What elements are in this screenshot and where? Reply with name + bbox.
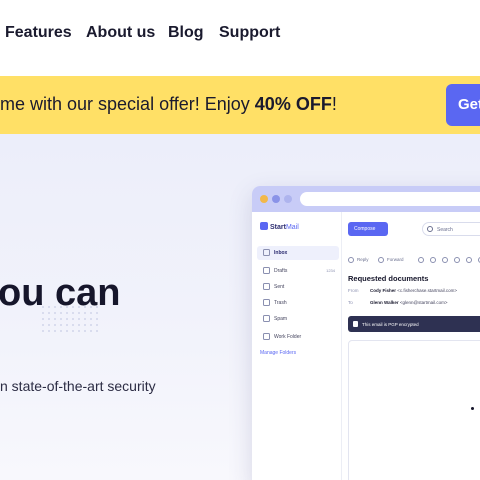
nav-link-support[interactable]: Support xyxy=(219,24,280,42)
pgp-notice: This email is PGP encrypted xyxy=(348,316,480,332)
from-label: From xyxy=(348,288,359,293)
window-dot-icon xyxy=(260,195,268,203)
sidebar-item-label: Sent xyxy=(274,284,285,290)
landing-page: Features About us Blog Support me with o… xyxy=(0,0,480,480)
hero-subtitle: n state-of-the-art security xyxy=(0,378,156,394)
spam-icon xyxy=(263,315,270,322)
forward-icon[interactable] xyxy=(378,257,384,263)
sidebar-item-sent[interactable]: Sent xyxy=(257,280,339,294)
sidebar-item-count: 1234 xyxy=(326,268,335,273)
promo-banner: me with our special offer! Enjoy 40% OFF… xyxy=(0,76,480,134)
sidebar-item-label: Drafts xyxy=(274,268,288,274)
send-icon xyxy=(263,283,270,290)
window-titlebar xyxy=(252,186,480,212)
reply-button[interactable]: Reply xyxy=(357,257,369,262)
promo-text-end: ! xyxy=(331,94,337,114)
sidebar-item-work-folder[interactable]: Work Folder xyxy=(257,330,339,344)
to-label: To xyxy=(348,300,353,305)
nav-link-about[interactable]: About us xyxy=(86,24,155,42)
address-bar xyxy=(300,192,480,206)
to-name: Glenn Walker xyxy=(370,300,399,305)
mail-sidebar: StartMail Inbox Drafts 1234 Sent Trash S… xyxy=(252,212,342,480)
window-dot-icon xyxy=(284,195,292,203)
search-icon xyxy=(427,226,433,232)
pgp-notice-text: This email is PGP encrypted xyxy=(362,322,419,327)
compose-button[interactable]: Compose xyxy=(348,222,388,236)
archive-icon[interactable] xyxy=(418,257,424,263)
startmail-logo-icon xyxy=(260,222,268,230)
to-address: <glenn@startmail.com> xyxy=(399,300,448,305)
app-preview-window: StartMail Inbox Drafts 1234 Sent Trash S… xyxy=(252,186,480,480)
promo-discount: 40% OFF xyxy=(254,94,332,114)
promo-text: me with our special offer! Enjoy 40% OFF… xyxy=(0,94,337,115)
folder-move-icon[interactable] xyxy=(466,257,472,263)
sidebar-item-inbox[interactable]: Inbox xyxy=(257,246,339,260)
email-from: From Cody Fisher <c.fisherchase.startmail… xyxy=(348,288,457,293)
email-body xyxy=(348,340,480,480)
promo-text-start: me with our special offer! Enjoy xyxy=(0,94,255,114)
email-subject: Requested documents xyxy=(348,274,429,283)
sidebar-item-label: Inbox xyxy=(274,250,288,256)
logo-mail-text: Mail xyxy=(285,224,299,231)
from-name: Cody Fisher xyxy=(370,288,397,293)
email-to: To Glenn Walker <glenn@startmail.com> xyxy=(348,300,447,305)
search-placeholder: Search xyxy=(437,227,453,233)
mail-main: Compose Search Reply Forward Requested d… xyxy=(342,212,480,480)
top-nav: Features About us Blog Support xyxy=(0,0,480,76)
startmail-logo: StartMail xyxy=(260,222,299,231)
forward-button[interactable]: Forward xyxy=(387,257,404,262)
clock-icon[interactable] xyxy=(442,257,448,263)
lock-icon xyxy=(353,321,358,327)
message-toolbar: Reply Forward xyxy=(348,256,480,266)
info-icon[interactable] xyxy=(430,257,436,263)
get-offer-button[interactable]: Get xyxy=(446,84,480,126)
nav-link-features[interactable]: Features xyxy=(5,24,72,42)
sidebar-item-trash[interactable]: Trash xyxy=(257,296,339,310)
from-address: <c.fisherchase.startmail.com> xyxy=(397,288,458,293)
folder-icon xyxy=(263,333,270,340)
manage-folders-link[interactable]: Manage Folders xyxy=(260,350,296,356)
drafts-icon xyxy=(263,267,270,274)
sidebar-item-label: Work Folder xyxy=(274,334,302,340)
sidebar-item-label: Spam xyxy=(274,316,288,322)
window-dot-icon xyxy=(272,195,280,203)
search-input[interactable]: Search xyxy=(422,222,480,236)
reply-icon[interactable] xyxy=(348,257,354,263)
trash-icon xyxy=(263,299,270,306)
logo-start-text: Start xyxy=(270,224,286,231)
sidebar-item-label: Trash xyxy=(274,300,287,306)
sidebar-item-spam[interactable]: Spam xyxy=(257,312,339,326)
inbox-icon xyxy=(263,249,270,256)
sidebar-item-drafts[interactable]: Drafts 1234 xyxy=(257,264,339,278)
flag-icon[interactable] xyxy=(454,257,460,263)
hero-title: ou can xyxy=(0,272,121,314)
nav-link-blog[interactable]: Blog xyxy=(168,24,204,42)
loading-dot-icon xyxy=(471,407,474,410)
